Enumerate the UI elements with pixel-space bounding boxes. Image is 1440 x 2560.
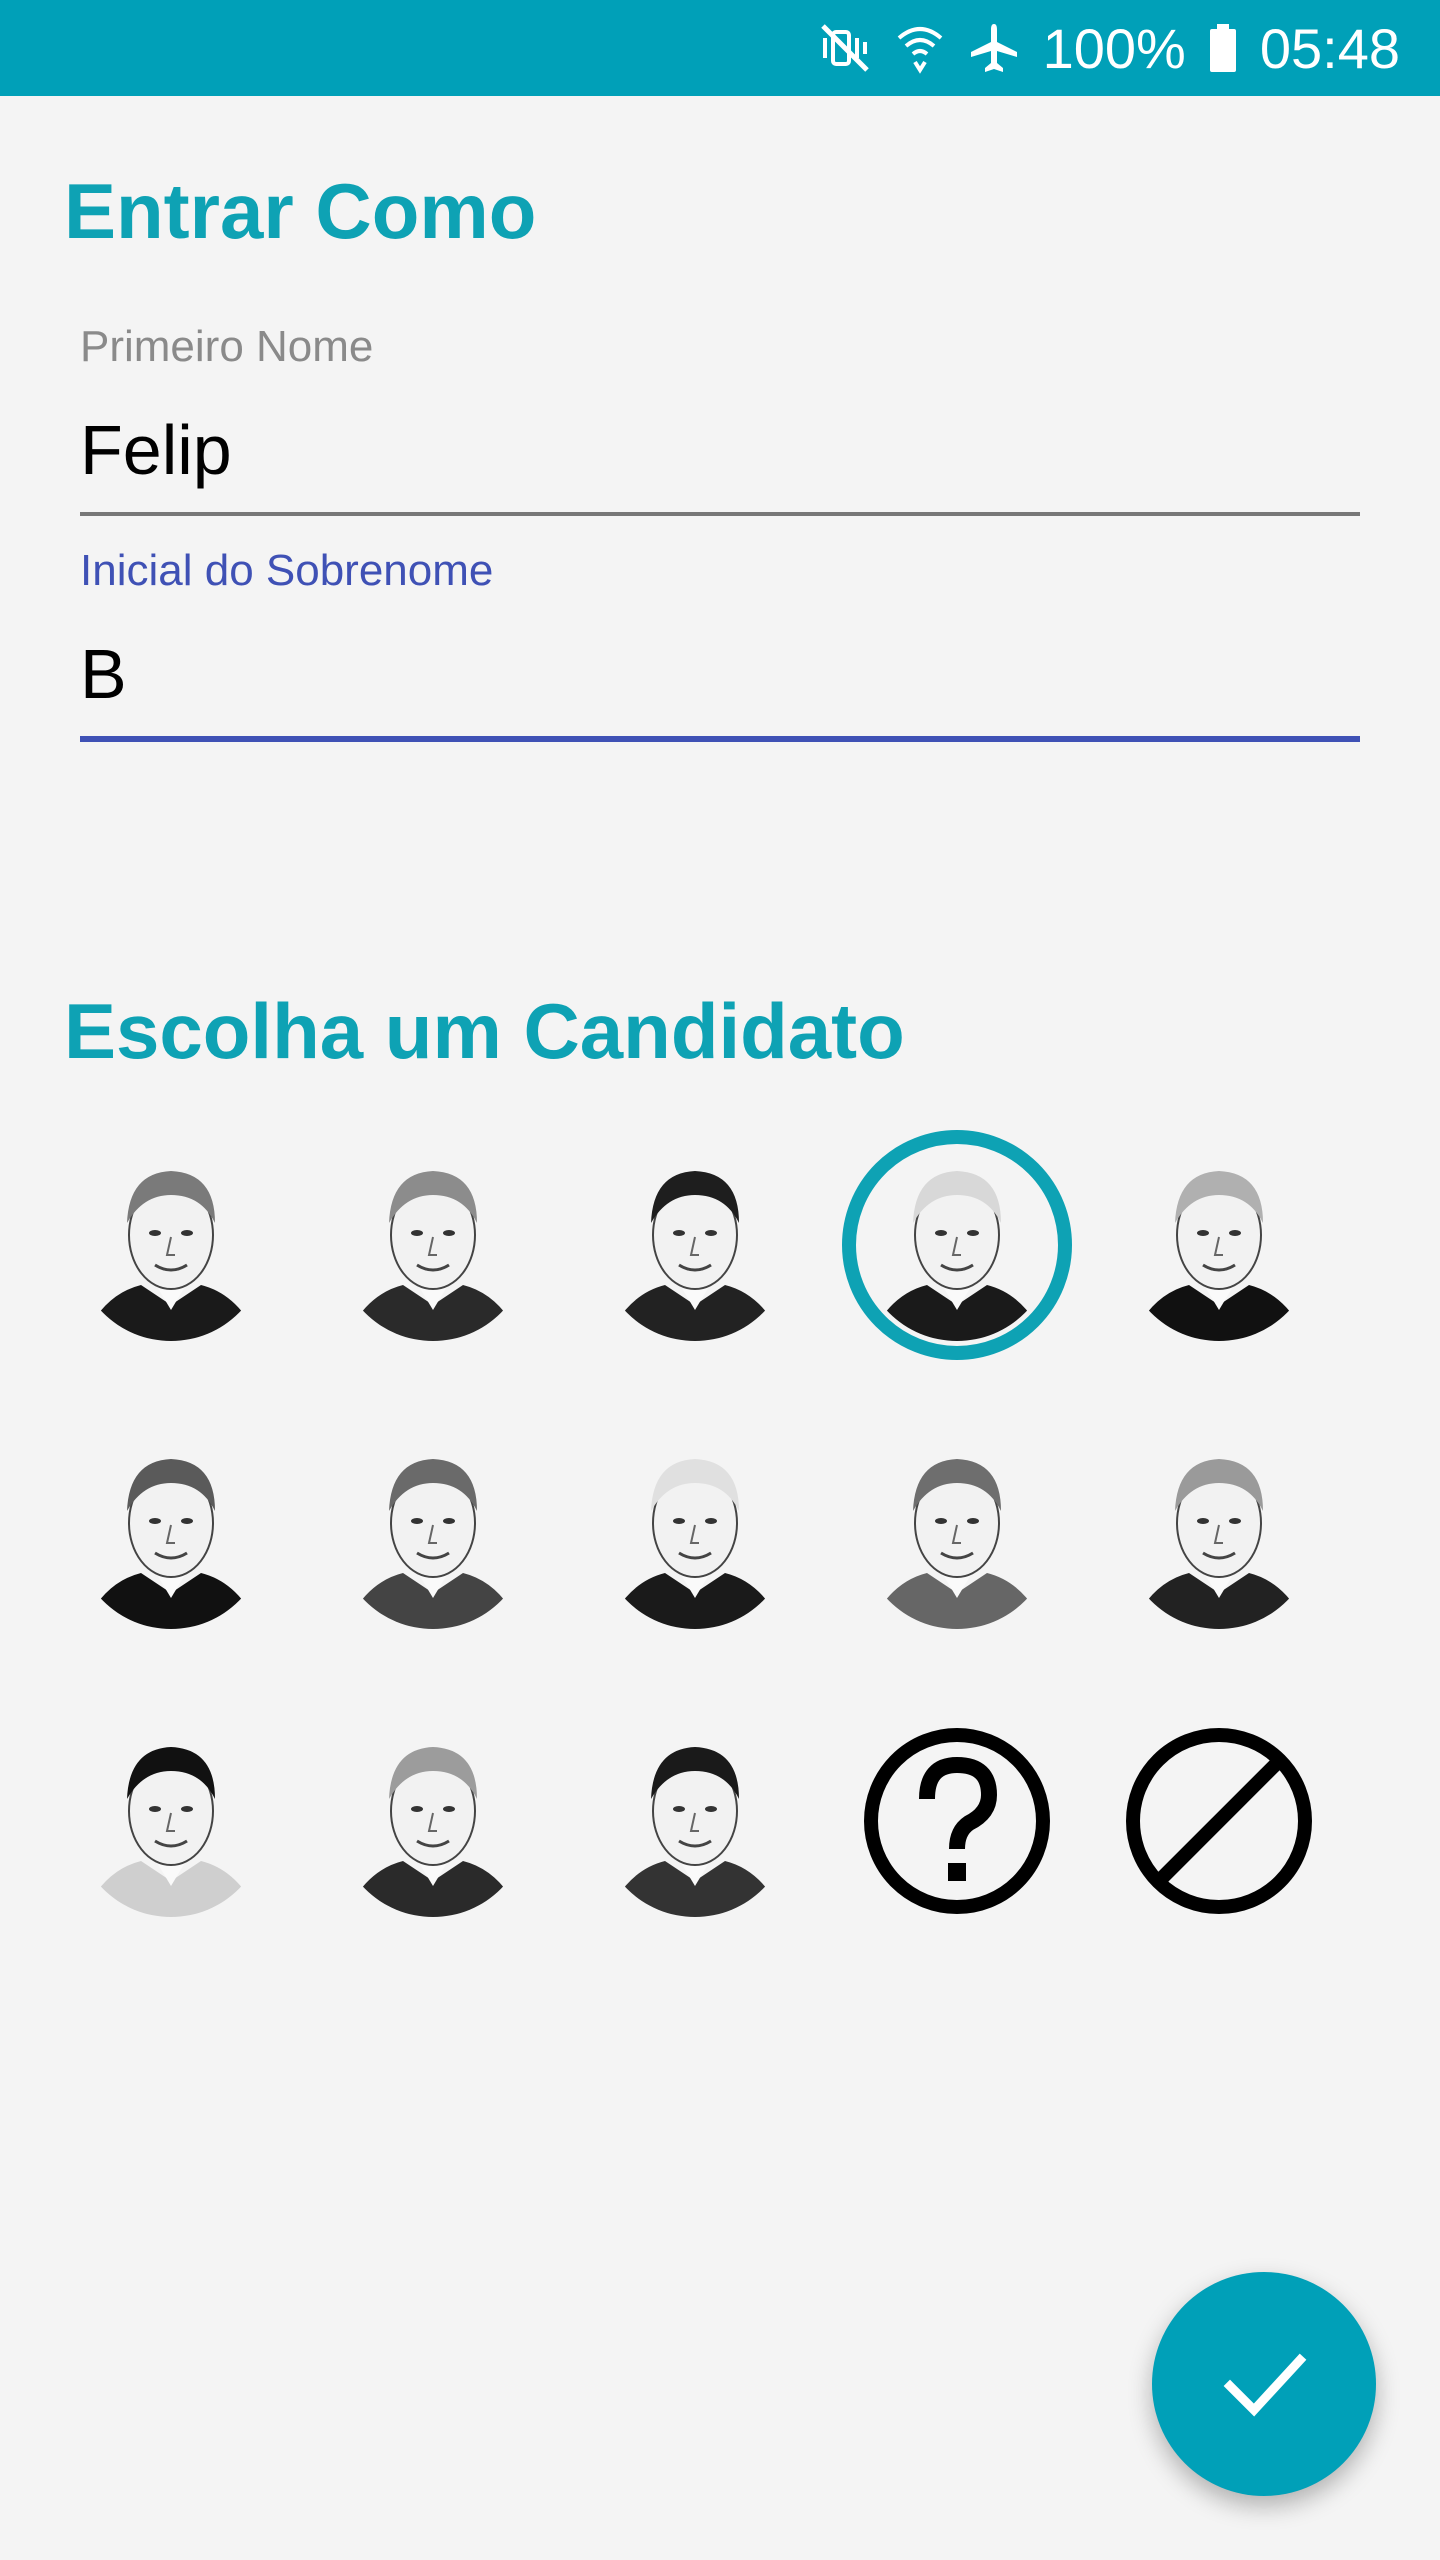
airplane-mode-icon [967,22,1021,74]
candidate-option-8[interactable] [580,1418,810,1648]
candidate-option-5[interactable] [1104,1130,1334,1360]
candidate-portrait-2-icon [337,1149,529,1341]
candidate-option-12[interactable] [318,1706,548,1936]
status-bar: 100% 05:48 [0,0,1440,96]
candidate-option-14[interactable] [842,1706,1072,1936]
first-name-label: Primeiro Nome [80,322,374,371]
candidate-portrait-5-icon [1123,1149,1315,1341]
question-mark-icon [864,1728,1050,1914]
candidate-option-10[interactable] [1104,1418,1334,1648]
last-initial-label: Inicial do Sobrenome [80,546,494,595]
candidate-option-7[interactable] [318,1418,548,1648]
candidate-portrait-13-icon [599,1725,791,1917]
candidate-option-2[interactable] [318,1130,548,1360]
first-name-input[interactable]: Felip [80,410,1360,516]
candidate-portrait-3-icon [599,1149,791,1341]
candidate-portrait-7-icon [337,1437,529,1629]
battery-percent: 100% [1042,16,1186,80]
check-icon [1223,2353,1307,2417]
candidate-option-4[interactable] [842,1130,1072,1360]
candidate-portrait-8-icon [599,1437,791,1629]
candidate-option-1[interactable] [56,1130,286,1360]
candidate-option-13[interactable] [580,1706,810,1936]
candidate-portrait-9-icon [861,1437,1053,1629]
candidate-portrait-11-icon [75,1725,267,1917]
candidate-portrait-6-icon [75,1437,267,1629]
selection-ring [842,1130,1072,1360]
candidate-option-11[interactable] [56,1706,286,1936]
candidate-portrait-10-icon [1123,1437,1315,1629]
last-initial-field[interactable]: Inicial do Sobrenome B [80,546,1360,742]
candidate-option-9[interactable] [842,1418,1072,1648]
first-name-field[interactable]: Primeiro Nome Felip [80,322,1360,516]
candidate-option-6[interactable] [56,1418,286,1648]
clock: 05:48 [1259,16,1400,80]
no-entry-icon [1126,1728,1312,1914]
candidate-portrait-1-icon [75,1149,267,1341]
candidate-portrait-12-icon [337,1725,529,1917]
candidate-option-3[interactable] [580,1130,810,1360]
mute-vibrate-icon [819,22,873,74]
battery-icon [1208,22,1238,74]
login-title: Entrar Como [64,167,537,255]
last-initial-input[interactable]: B [80,634,1360,742]
candidate-option-15[interactable] [1104,1706,1334,1936]
candidates-title: Escolha um Candidato [64,987,905,1075]
wifi-icon [895,22,945,74]
confirm-button[interactable] [1152,2272,1376,2496]
